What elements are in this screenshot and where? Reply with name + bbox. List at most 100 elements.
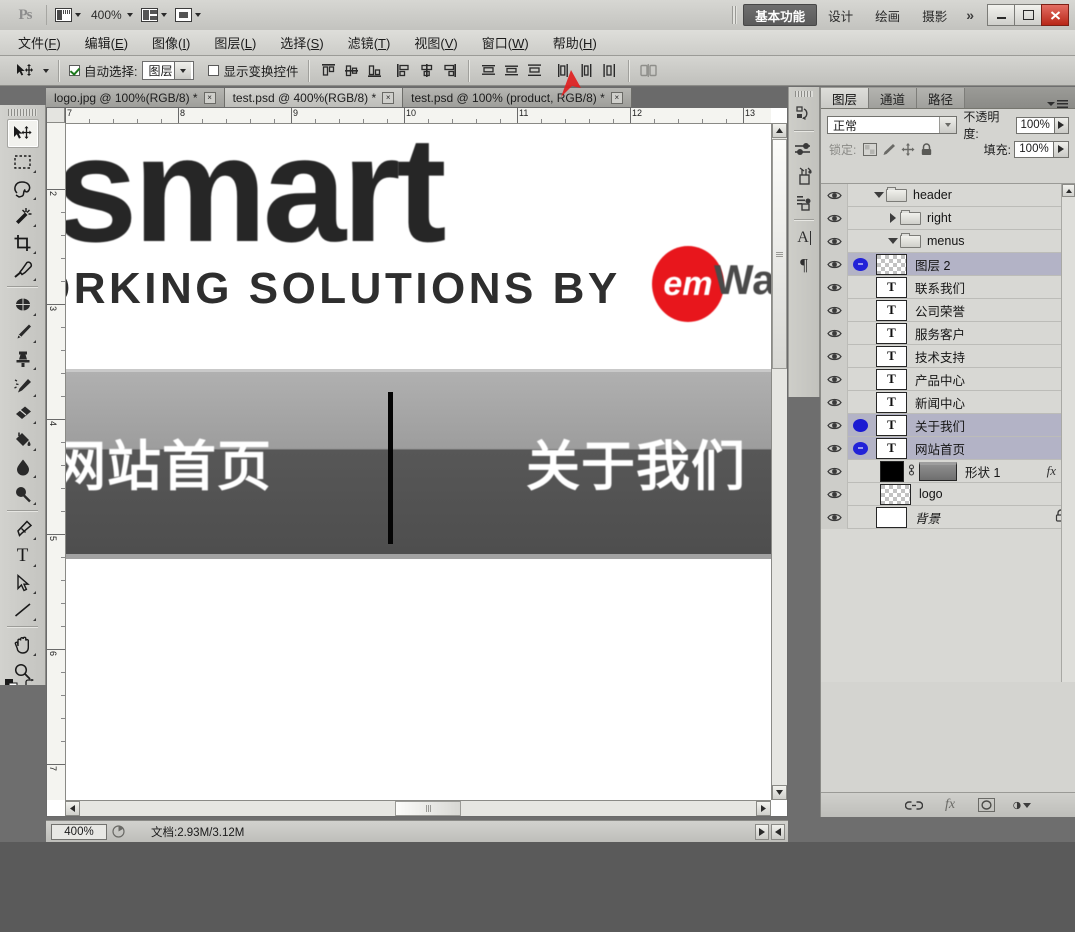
lock-image-pixels-icon[interactable] [880, 141, 897, 157]
visibility-toggle[interactable] [821, 413, 848, 437]
text-layer-thumbnail[interactable]: T [876, 368, 907, 390]
visibility-toggle[interactable] [821, 367, 848, 391]
visibility-toggle[interactable] [821, 482, 848, 506]
status-play-button[interactable] [755, 823, 769, 840]
layer-thumbnail[interactable] [876, 506, 907, 528]
artboard[interactable]: smart ORKING SOLUTIONS BY em War 网站首页 关于… [66, 124, 771, 800]
layer-row-home[interactable]: T 网站首页 [821, 436, 1075, 460]
magic-wand-tool[interactable] [8, 202, 38, 229]
layer-list[interactable]: header right menus 图层 2 T 联系我们 T 公司荣誉 T … [821, 183, 1075, 682]
visibility-toggle[interactable] [821, 436, 848, 460]
layer-row-products[interactable]: T 产品中心 [821, 367, 1075, 391]
scroll-up-button[interactable] [772, 123, 787, 138]
align-left-edges-icon[interactable] [394, 61, 413, 80]
layer-row-logo[interactable]: logo [821, 482, 1075, 506]
distribute-vertical-centers-icon[interactable] [502, 61, 521, 80]
minimize-button[interactable] [987, 4, 1015, 26]
canvas-vertical-scrollbar[interactable] [771, 123, 787, 800]
palette-drag-grip[interactable] [8, 109, 37, 116]
blur-tool[interactable] [8, 453, 38, 480]
scroll-down-button[interactable] [772, 785, 787, 800]
text-layer-thumbnail[interactable]: T [876, 345, 907, 367]
align-vertical-centers-icon[interactable] [342, 61, 361, 80]
layer-row-header[interactable]: header [821, 184, 1075, 207]
rectangular-marquee-tool[interactable] [8, 148, 38, 175]
canvas-horizontal-scrollbar[interactable] [65, 800, 771, 816]
brush-tool[interactable] [8, 318, 38, 345]
scroll-up-button[interactable] [1062, 184, 1075, 197]
layer-row-honors[interactable]: T 公司荣誉 [821, 298, 1075, 322]
hand-tool[interactable] [8, 631, 38, 658]
link-mask-icon[interactable] [907, 463, 916, 480]
visibility-toggle[interactable] [821, 275, 848, 299]
horizontal-ruler[interactable]: 7 8 9 10 11 12 13 [65, 108, 771, 124]
distribute-top-edges-icon[interactable] [479, 61, 498, 80]
layer-row-right[interactable]: right [821, 206, 1075, 230]
close-icon[interactable]: × [203, 91, 216, 104]
layer-thumbnail[interactable] [876, 253, 907, 275]
close-icon[interactable]: × [382, 91, 395, 104]
visibility-toggle[interactable] [821, 229, 848, 253]
drag-grip[interactable] [732, 6, 738, 24]
visibility-toggle[interactable] [821, 298, 848, 322]
workspace-tab-photography[interactable]: 摄影 [911, 5, 958, 25]
vector-mask-thumbnail[interactable] [919, 461, 957, 481]
document-tab-test-400[interactable]: test.psd @ 400%(RGB/8) * × [224, 88, 404, 107]
lock-all-icon[interactable] [918, 141, 935, 157]
visibility-toggle[interactable] [821, 321, 848, 345]
workspace-more-button[interactable]: » [958, 7, 982, 23]
distribute-bottom-edges-icon[interactable] [525, 61, 544, 80]
text-layer-thumbnail[interactable]: T [876, 276, 907, 298]
preview-icon[interactable] [107, 823, 129, 841]
auto-select-checkbox[interactable] [69, 65, 80, 76]
menu-select[interactable]: 选择(S) [268, 30, 335, 55]
status-collapse-button[interactable] [771, 823, 785, 840]
layer-row-support[interactable]: T 技术支持 [821, 344, 1075, 368]
visibility-toggle[interactable] [821, 390, 848, 414]
distribute-left-edges-icon[interactable] [554, 61, 573, 80]
menu-filter[interactable]: 滤镜(T) [336, 30, 403, 55]
close-button[interactable] [1041, 4, 1069, 26]
adjustment-layer-icon[interactable] [1013, 796, 1031, 814]
tab-layers[interactable]: 图层 [821, 88, 870, 108]
maximize-button[interactable] [1014, 4, 1042, 26]
layer-thumbnail[interactable] [880, 483, 911, 505]
color-panel-icon[interactable] [791, 162, 817, 189]
adjustments-panel-icon[interactable] [791, 135, 817, 162]
align-right-edges-icon[interactable] [440, 61, 459, 80]
screen-mode-button[interactable] [171, 4, 205, 26]
document-tab-test-product[interactable]: test.psd @ 100% (product, RGB/8) * × [403, 88, 632, 107]
workspace-tab-painting[interactable]: 绘画 [864, 5, 911, 25]
layer-mask-icon[interactable] [977, 796, 995, 814]
text-layer-thumbnail[interactable]: T [876, 414, 907, 436]
group-expand-toggle[interactable] [886, 213, 900, 223]
text-layer-thumbnail[interactable]: T [876, 391, 907, 413]
layer-row-shape1[interactable]: 形状 1 fx [821, 459, 1075, 483]
spot-healing-brush-tool[interactable] [8, 291, 38, 318]
move-tool-icon[interactable] [14, 61, 36, 81]
document-tab-logo[interactable]: logo.jpg @ 100%(RGB/8) * × [46, 88, 225, 107]
character-panel-icon[interactable]: A [791, 224, 817, 251]
ruler-origin[interactable] [47, 108, 65, 123]
visibility-toggle[interactable] [821, 344, 848, 368]
menu-edit[interactable]: 编辑(E) [73, 30, 140, 55]
fill-stepper[interactable] [1054, 140, 1069, 158]
scroll-thumb-horizontal[interactable] [395, 801, 461, 816]
path-selection-tool[interactable] [8, 569, 38, 596]
menu-help[interactable]: 帮助(H) [541, 30, 609, 55]
blend-mode-dropdown[interactable]: 正常 [827, 116, 958, 134]
opacity-stepper[interactable] [1054, 116, 1069, 134]
layer-row-customers[interactable]: T 服务客户 [821, 321, 1075, 345]
dodge-tool[interactable] [8, 480, 38, 507]
layer-row-background[interactable]: 背景 [821, 505, 1075, 529]
menu-window[interactable]: 窗口(W) [470, 30, 541, 55]
arrange-documents-button[interactable] [137, 4, 171, 26]
align-bottom-edges-icon[interactable] [365, 61, 384, 80]
visibility-toggle[interactable] [821, 252, 848, 276]
distribute-right-edges-icon[interactable] [600, 61, 619, 80]
opacity-value[interactable]: 100% [1015, 116, 1055, 134]
clone-stamp-tool[interactable] [8, 345, 38, 372]
menu-layer[interactable]: 图层(L) [202, 30, 268, 55]
zoom-level-display[interactable]: 400% [85, 4, 137, 26]
close-icon[interactable]: × [610, 91, 623, 104]
